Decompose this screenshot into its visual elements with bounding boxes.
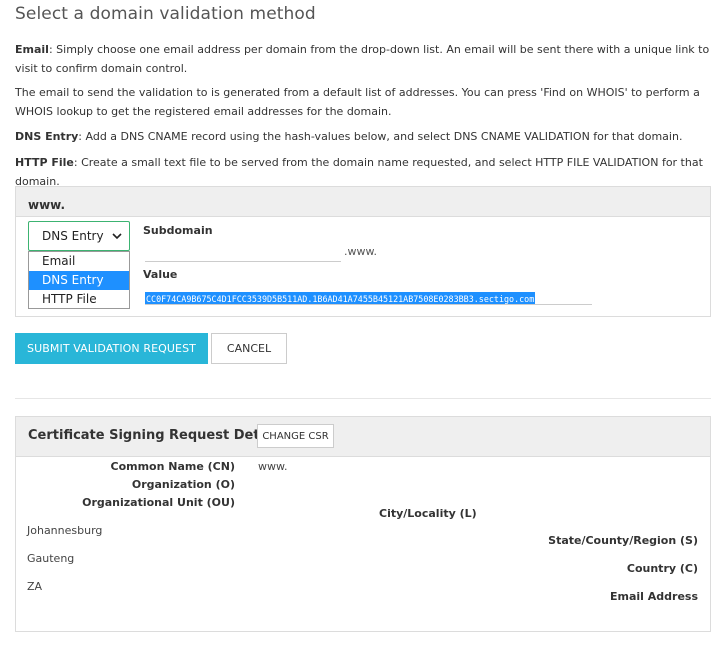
csr-title: Certificate Signing Request Details — [28, 428, 285, 443]
csr-details-panel — [15, 416, 711, 632]
validation-method-select[interactable]: DNS Entry — [28, 221, 130, 251]
country-label: Country (C) — [626, 562, 698, 575]
change-csr-button[interactable]: CHANGE CSR — [257, 424, 334, 448]
state-label: State/County/Region (S) — [548, 534, 698, 547]
dns-instructions: DNS Entry: Add a DNS CNAME record using … — [15, 127, 715, 146]
email-method-label: Email — [15, 43, 49, 56]
http-method-label: HTTP File — [15, 156, 74, 169]
http-method-text: : Create a small text file to be served … — [15, 156, 703, 188]
section-divider — [15, 398, 711, 399]
email-note: The email to send the validation to is g… — [15, 86, 700, 118]
dns-method-text: : Add a DNS CNAME record using the hash-… — [78, 130, 683, 143]
common-name-value: www. — [258, 460, 288, 473]
organization-label: Organization (O) — [131, 478, 235, 491]
subdomain-label: Subdomain — [143, 224, 213, 237]
page-title: Select a domain validation method — [15, 4, 316, 24]
email-method-text: : Simply choose one email address per do… — [15, 43, 710, 75]
cancel-button[interactable]: CANCEL — [211, 333, 287, 364]
common-name-label: Common Name (CN) — [110, 460, 236, 473]
country-value: ZA — [27, 580, 43, 593]
chevron-down-icon — [112, 233, 122, 240]
dropdown-option-http-file[interactable]: HTTP File — [29, 290, 129, 309]
dropdown-option-dns-entry[interactable]: DNS Entry — [29, 271, 129, 290]
email-instructions: Email: Simply choose one email address p… — [15, 40, 715, 78]
validation-method-selected: DNS Entry — [42, 229, 104, 243]
email-address-label: Email Address — [609, 590, 698, 603]
dropdown-option-email[interactable]: Email — [29, 252, 129, 271]
city-label: City/Locality (L) — [379, 507, 477, 520]
subdomain-input[interactable] — [145, 242, 341, 262]
submit-validation-button[interactable]: SUBMIT VALIDATION REQUEST — [15, 333, 208, 364]
org-unit-label: Organizational Unit (OU) — [82, 496, 235, 509]
value-field[interactable]: CC0F74CA9B675C4D1FCC3539D5B511AD.1B6AD41… — [145, 287, 592, 305]
city-value: Johannesburg — [27, 524, 103, 537]
value-text: CC0F74CA9B675C4D1FCC3539D5B511AD.1B6AD41… — [145, 292, 536, 304]
state-value: Gauteng — [27, 552, 75, 565]
value-label: Value — [143, 268, 178, 281]
subdomain-suffix: .www. — [344, 245, 377, 258]
domain-name-heading: www. — [16, 187, 710, 217]
validation-method-dropdown: Email DNS Entry HTTP File — [28, 251, 130, 309]
dns-method-label: DNS Entry — [15, 130, 79, 143]
